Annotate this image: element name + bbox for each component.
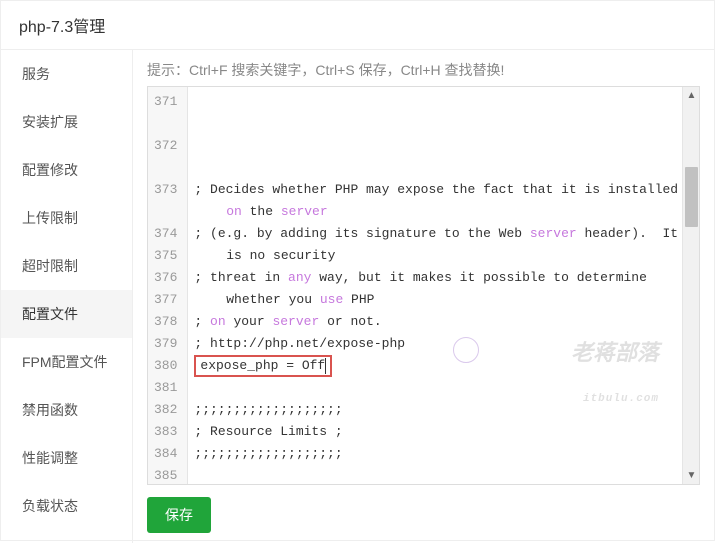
code-line-371[interactable]: ; Decides whether PHP may expose the fac…: [194, 179, 693, 201]
code-line-378[interactable]: ;;;;;;;;;;;;;;;;;;;: [194, 399, 693, 421]
code-line-373-wrap[interactable]: whether you use PHP: [194, 289, 693, 311]
sidebar-item-3[interactable]: 上传限制: [1, 194, 132, 242]
code-line-375[interactable]: ; http://php.net/expose-php: [194, 333, 693, 355]
code-line-380[interactable]: ;;;;;;;;;;;;;;;;;;;: [194, 443, 693, 465]
code-line-376[interactable]: expose_php = Off: [194, 355, 693, 377]
sidebar: 服务安装扩展配置修改上传限制超时限制配置文件FPM配置文件禁用函数性能调整负载状…: [1, 50, 133, 543]
vertical-scrollbar[interactable]: ▲ ▼: [682, 87, 699, 484]
sidebar-item-1[interactable]: 安装扩展: [1, 98, 132, 146]
sidebar-item-8[interactable]: 性能调整: [1, 434, 132, 482]
main-panel: 提示：Ctrl+F 搜索关键字，Ctrl+S 保存，Ctrl+H 查找替换! 3…: [133, 50, 714, 543]
save-button[interactable]: 保存: [147, 497, 211, 533]
line-gutter: 371 372 373 3743753763773783793803813823…: [148, 87, 188, 484]
sidebar-item-4[interactable]: 超时限制: [1, 242, 132, 290]
code-line-381[interactable]: [194, 465, 693, 484]
sidebar-item-7[interactable]: 禁用函数: [1, 386, 132, 434]
code-editor[interactable]: 371 372 373 3743753763773783793803813823…: [147, 86, 700, 485]
main-container: 服务安装扩展配置修改上传限制超时限制配置文件FPM配置文件禁用函数性能调整负载状…: [1, 50, 714, 543]
code-line-373[interactable]: ; threat in any way, but it makes it pos…: [194, 267, 693, 289]
hint-text: 提示：Ctrl+F 搜索关键字，Ctrl+S 保存，Ctrl+H 查找替换!: [147, 60, 700, 80]
code-line-372-wrap[interactable]: is no security: [194, 245, 693, 267]
code-line-374[interactable]: ; on your server or not.: [194, 311, 693, 333]
code-area[interactable]: 老蒋部落 itbulu.com ; Decides whether PHP ma…: [188, 87, 699, 484]
sidebar-item-9[interactable]: 负载状态: [1, 482, 132, 530]
sidebar-item-0[interactable]: 服务: [1, 50, 132, 98]
code-line-379[interactable]: ; Resource Limits ;: [194, 421, 693, 443]
scroll-up-icon[interactable]: ▲: [683, 87, 700, 104]
scroll-thumb[interactable]: [685, 167, 698, 227]
sidebar-item-10[interactable]: Session配置: [1, 530, 132, 543]
sidebar-item-2[interactable]: 配置修改: [1, 146, 132, 194]
code-line-371-wrap[interactable]: on the server: [194, 201, 693, 223]
code-line-377[interactable]: [194, 377, 693, 399]
footer: 保存: [147, 485, 700, 533]
highlighted-setting[interactable]: expose_php = Off: [194, 355, 332, 377]
page-title: php-7.3管理: [1, 1, 714, 50]
scroll-down-icon[interactable]: ▼: [683, 467, 700, 484]
sidebar-item-5[interactable]: 配置文件: [1, 290, 132, 338]
sidebar-item-6[interactable]: FPM配置文件: [1, 338, 132, 386]
code-line-372[interactable]: ; (e.g. by adding its signature to the W…: [194, 223, 693, 245]
